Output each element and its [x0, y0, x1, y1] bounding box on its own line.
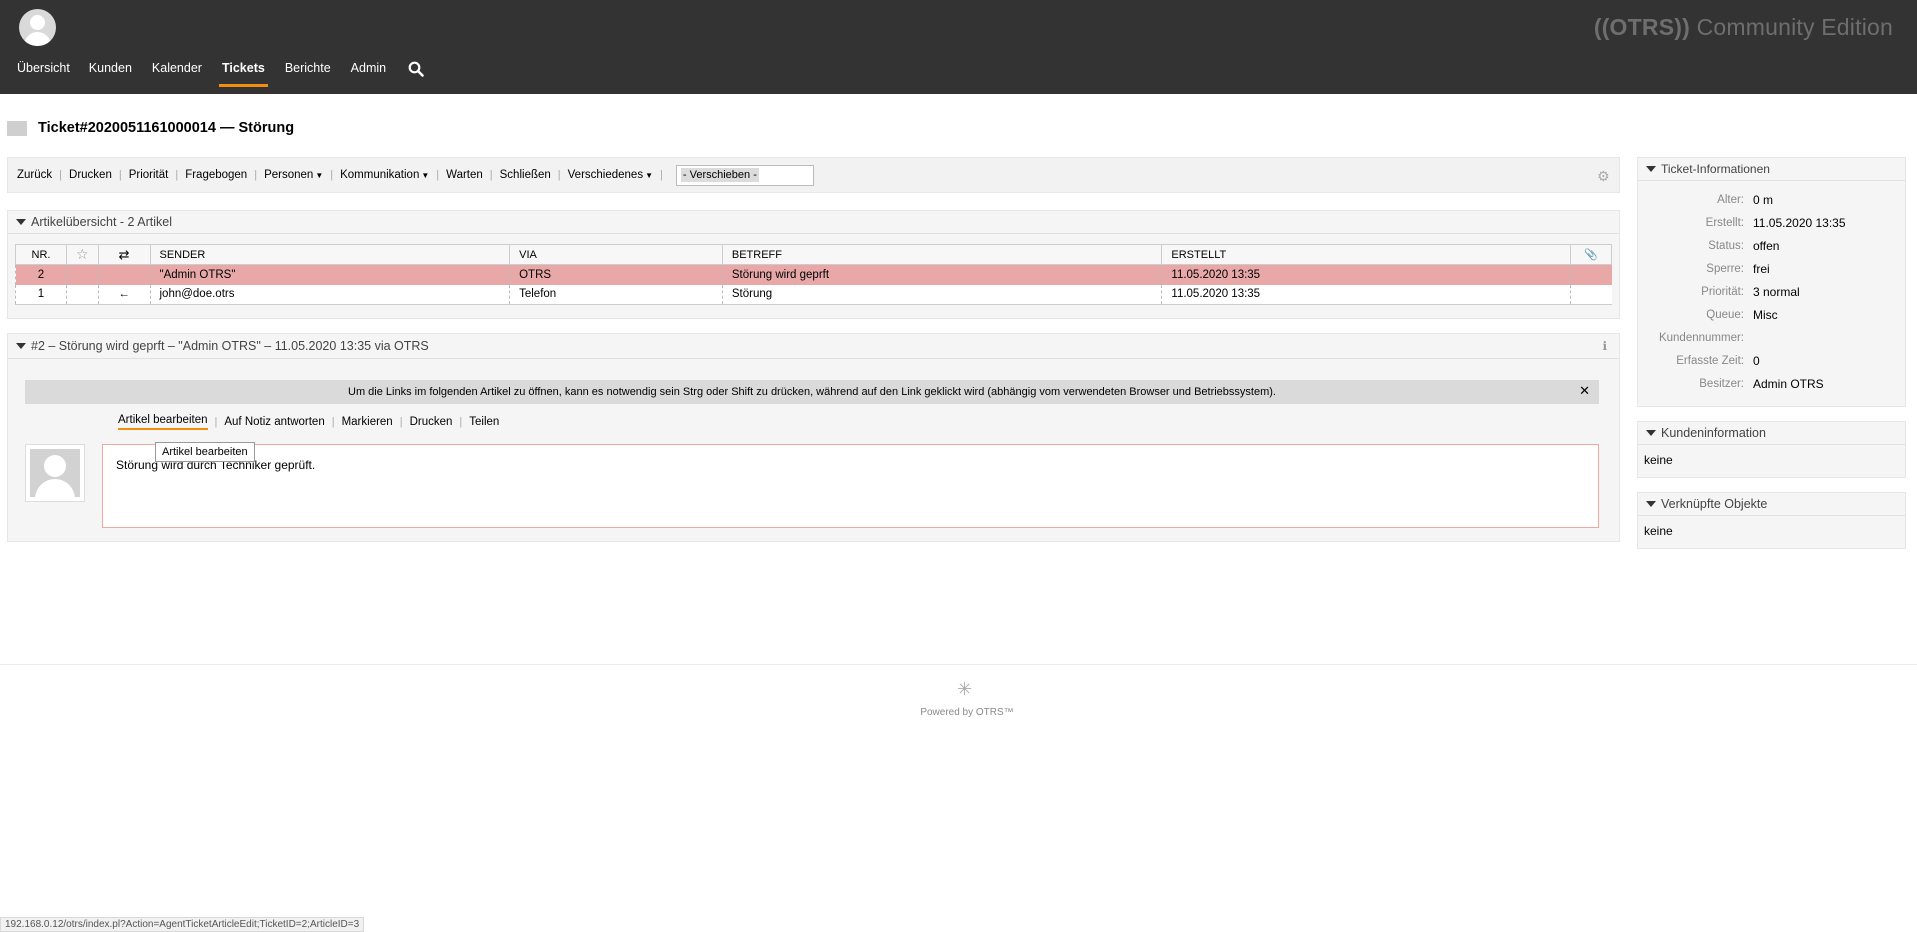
top-header: ((OTRS)) Community Edition Übersicht Kun…: [0, 0, 1917, 94]
browser-status-bar: 192.168.0.12/otrs/index.pl?Action=AgentT…: [0, 917, 365, 932]
field-age: Alter: 0 m: [1717, 192, 1774, 207]
linked-objects-value: keine: [1644, 524, 1673, 538]
collapse-icon: [1646, 166, 1656, 172]
info-icon[interactable]: ℹ: [1602, 339, 1607, 353]
caret-down-icon: ▼: [315, 171, 324, 180]
col-direction[interactable]: ⇄: [97, 244, 151, 265]
field-created: Erstellt: 11.05.2020 13:35: [1705, 215, 1846, 230]
page-title: Ticket#2020051161000014 — Störung: [38, 120, 295, 136]
article-print-button[interactable]: Drucken: [410, 416, 453, 428]
nav-tickets[interactable]: Tickets: [218, 60, 268, 88]
close-icon[interactable]: ✕: [1579, 383, 1590, 399]
gear-icon[interactable]: ⚙: [1597, 169, 1611, 183]
main-nav: Übersicht Kunden Kalender Tickets Berich…: [0, 60, 424, 90]
table-row[interactable]: 2 "Admin OTRS" OTRS Störung wird geprft …: [15, 264, 1612, 285]
field-customer-id: Kundennummer:: [1658, 331, 1744, 344]
field-time-units: Erfasste Zeit: 0: [1676, 353, 1760, 368]
article-overview-widget: Artikelübersicht - 2 Artikel NR. ☆ ⇄ SEN…: [7, 210, 1620, 319]
field-queue: Queue: Misc: [1706, 307, 1778, 322]
collapse-icon: [16, 343, 26, 349]
nav-reports[interactable]: Berichte: [285, 60, 331, 88]
ticket-action-bar: Zurück | Drucken | Priorität | Fragebogen | …: [7, 157, 1620, 193]
misc-menu[interactable]: Verschiedenes ▼: [568, 169, 653, 181]
field-state: Status: offen: [1708, 238, 1780, 253]
ticket-info-list: Alter: 0 m Erstellt: 11.05.2020 13:35 Stat…: [1638, 181, 1905, 395]
questionnaire-button[interactable]: Fragebogen: [185, 169, 247, 181]
ticket-title-row: Ticket#2020051161000014 — Störung: [7, 118, 294, 138]
field-priority: Priorität: 3 normal: [1701, 284, 1800, 299]
reply-note-button[interactable]: Auf Notiz antworten: [224, 416, 324, 428]
priority-color-icon: [7, 120, 27, 136]
tooltip: Artikel bearbeiten: [155, 442, 255, 462]
mark-button[interactable]: Markieren: [342, 416, 393, 428]
edit-article-button[interactable]: Artikel bearbeiten: [118, 414, 208, 430]
table-row[interactable]: 1 ← john@doe.otrs Telefon Störung 11.05.…: [15, 284, 1612, 305]
linked-objects-header[interactable]: Verknüpfte Objekte: [1638, 493, 1905, 516]
pending-button[interactable]: Warten: [446, 169, 483, 181]
collapse-icon: [1646, 501, 1656, 507]
article-overview-header[interactable]: Artikelübersicht - 2 Artikel: [8, 211, 1619, 234]
col-nr[interactable]: NR.: [15, 244, 67, 265]
article-detail-widget: #2 – Störung wird geprft – "Admin OTRS" …: [7, 333, 1620, 542]
move-queue-select[interactable]: - Verschieben -: [675, 164, 814, 186]
caret-down-icon: ▼: [645, 171, 654, 180]
linked-objects-widget: Verknüpfte Objekte keine: [1637, 492, 1906, 549]
powered-by[interactable]: Powered by OTRS™: [915, 707, 1019, 718]
nav-overview[interactable]: Übersicht: [17, 60, 70, 88]
paperclip-icon: 📎: [1584, 249, 1598, 261]
share-button[interactable]: Teilen: [469, 416, 499, 428]
priority-button[interactable]: Priorität: [129, 169, 169, 181]
col-star[interactable]: ☆: [65, 244, 99, 265]
col-attachment[interactable]: 📎: [1569, 244, 1613, 265]
communication-menu[interactable]: Kommunikation ▼: [340, 169, 429, 181]
article-detail-header[interactable]: #2 – Störung wird geprft – "Admin OTRS" …: [8, 334, 1619, 359]
footer-divider: [0, 664, 1917, 665]
star-icon: ☆: [75, 246, 89, 262]
ticket-info-widget: Ticket-Informationen Alter: 0 m Erstellt:…: [1637, 157, 1906, 407]
back-button[interactable]: Zurück: [17, 169, 52, 181]
brand-logo: ((OTRS)) Community Edition: [1593, 14, 1893, 40]
col-subject[interactable]: BETREFF: [721, 244, 1163, 265]
otrs-logo-icon[interactable]: ✳: [957, 679, 972, 700]
people-menu[interactable]: Personen ▼: [264, 169, 323, 181]
article-table: NR. ☆ ⇄ SENDER VIA BETREFF ERSTELLT 📎 2 …: [15, 244, 1613, 305]
col-sender[interactable]: SENDER: [149, 244, 511, 265]
col-via[interactable]: VIA: [509, 244, 723, 265]
field-owner: Besitzer: Admin OTRS: [1699, 376, 1824, 391]
sender-avatar: [25, 444, 85, 502]
link-notice-banner: Um die Links im folgenden Artikel zu öff…: [25, 380, 1599, 404]
field-lock: Sperre: frei: [1706, 261, 1770, 276]
ticket-info-header[interactable]: Ticket-Informationen: [1638, 158, 1905, 181]
customer-info-widget: Kundeninformation keine: [1637, 421, 1906, 478]
article-action-menu: Artikel bearbeiten | Auf Notiz antworten |…: [118, 414, 500, 430]
collapse-icon: [1646, 430, 1656, 436]
incoming-arrow-icon: ←: [97, 284, 150, 305]
direction-icon: ⇄: [118, 246, 130, 262]
search-icon[interactable]: [408, 61, 424, 77]
close-button[interactable]: Schließen: [500, 169, 551, 181]
col-created[interactable]: ERSTELLT: [1161, 244, 1571, 265]
nav-customers[interactable]: Kunden: [89, 60, 132, 88]
print-button[interactable]: Drucken: [69, 169, 112, 181]
nav-calendar[interactable]: Kalender: [152, 60, 202, 88]
user-avatar-icon[interactable]: [19, 9, 56, 46]
caret-down-icon: ▼: [421, 171, 430, 180]
nav-admin[interactable]: Admin: [351, 60, 386, 88]
collapse-icon: [16, 219, 26, 225]
article-body: Störung wird durch Techniker geprüft.: [102, 444, 1599, 528]
customer-info-header[interactable]: Kundeninformation: [1638, 422, 1905, 445]
customer-info-value: keine: [1644, 453, 1673, 467]
